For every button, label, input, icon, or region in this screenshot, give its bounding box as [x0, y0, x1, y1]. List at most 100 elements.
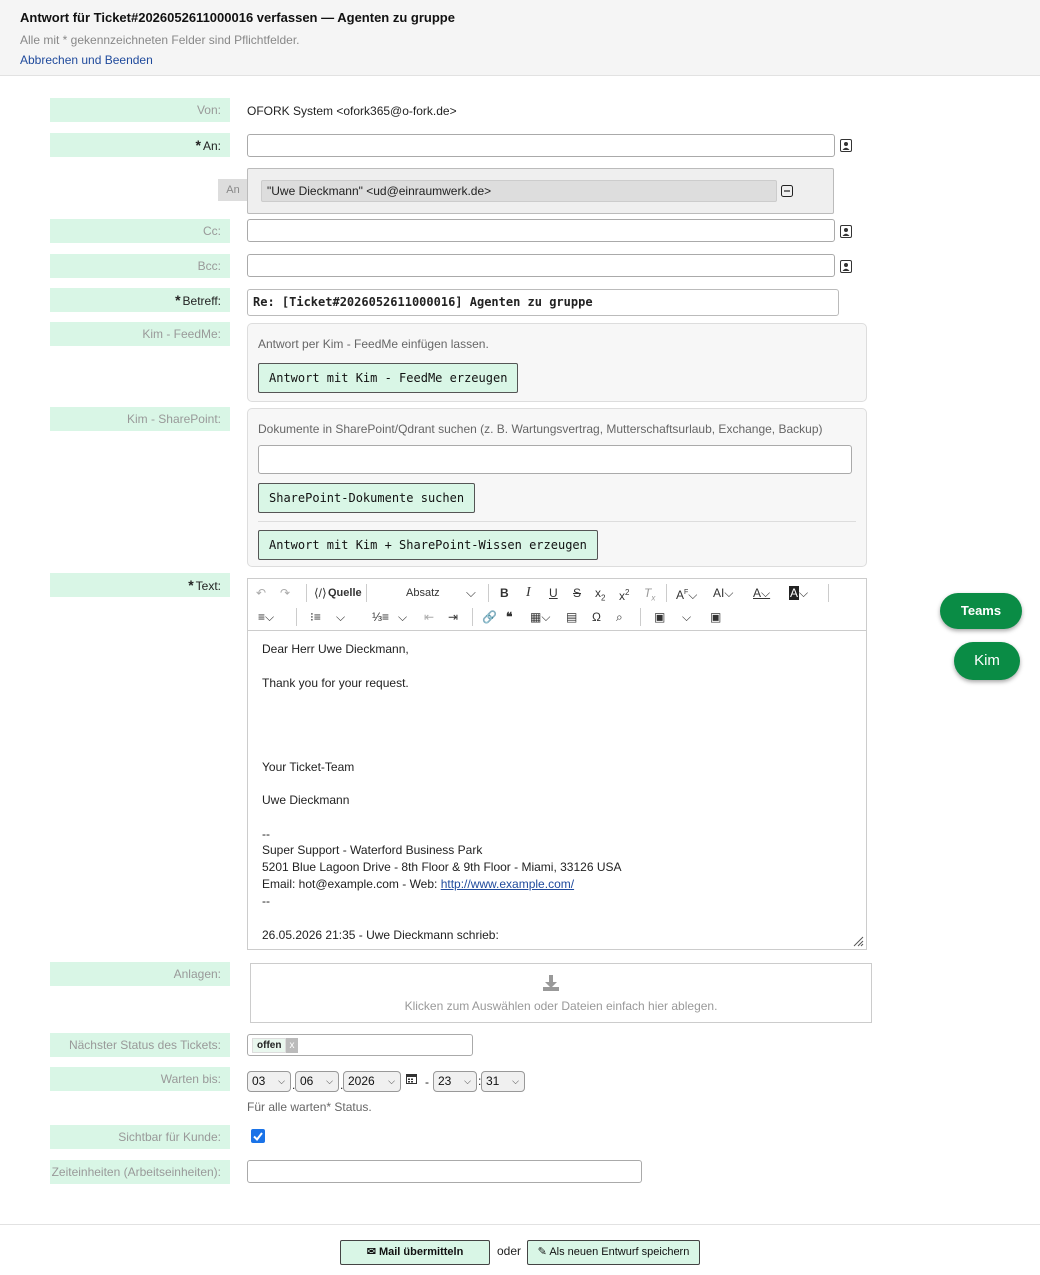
chevron-down-icon[interactable]: ⌵ [336, 607, 345, 627]
chevron-down-icon: ⌵ [326, 1076, 333, 1086]
next-state-select[interactable]: offen x [247, 1034, 473, 1056]
editor-line: -- [262, 827, 270, 841]
underline-icon[interactable]: U [549, 583, 558, 603]
undo-icon[interactable]: ↶ [256, 583, 266, 603]
format-select[interactable]: Absatz [406, 583, 440, 603]
sharepoint-search-button[interactable]: SharePoint-Dokumente suchen [258, 483, 476, 513]
upload-image-icon[interactable]: ▣ [710, 607, 721, 627]
calendar-icon[interactable] [406, 1073, 417, 1084]
font-family-icon[interactable]: AF⌵ [676, 583, 697, 603]
teams-button[interactable]: Teams [940, 593, 1022, 629]
address-book-icon[interactable] [840, 260, 852, 273]
source-icon[interactable]: ⟨/⟩ [314, 583, 327, 603]
bullet-list-icon[interactable]: ⁝≡ [310, 607, 321, 627]
pending-minute-select[interactable]: 31 ⌵ [481, 1071, 525, 1092]
remove-state-icon[interactable]: x [286, 1038, 298, 1053]
chevron-down-icon[interactable]: ⌵ [398, 607, 407, 627]
font-size-icon[interactable]: AI⌵ [713, 583, 733, 603]
cc-label: Cc: [50, 219, 230, 243]
signature-link[interactable]: http://www.example.com/ [441, 877, 574, 891]
chevron-down-icon: ⌵ [388, 1076, 395, 1086]
chevron-down-icon[interactable]: ⌵ [466, 583, 476, 603]
remove-format-icon[interactable]: Tx [644, 583, 655, 603]
cancel-link[interactable]: Abbrechen und Beenden [20, 53, 153, 67]
numbered-list-icon[interactable]: ⅓≡ [372, 607, 389, 627]
font-color-icon[interactable]: A⌵ [753, 583, 770, 603]
pending-day-select[interactable]: 03 ⌵ [247, 1071, 291, 1092]
submit-mail-label: Mail übermitteln [378, 1246, 464, 1258]
recipient-box: "Uwe Dieckmann" <ud@einraumwerk.de> [247, 168, 834, 214]
feedme-generate-button[interactable]: Antwort mit Kim - FeedMe erzeugen [258, 363, 519, 393]
checkmark-icon [253, 1132, 263, 1142]
time-units-input[interactable] [247, 1160, 642, 1183]
bold-icon[interactable]: B [500, 583, 509, 603]
source-button[interactable]: Quelle [328, 583, 362, 603]
submit-mail-button[interactable]: ✉ Mail übermitteln [340, 1240, 490, 1265]
text-label-text: Text: [195, 579, 221, 593]
insert-image-icon[interactable]: ▣ [654, 607, 665, 627]
bcc-input[interactable] [247, 254, 835, 277]
footer-divider [0, 1224, 1040, 1225]
pending-hour-select[interactable]: 23 ⌵ [433, 1071, 477, 1092]
envelope-icon: ✉ [366, 1246, 379, 1258]
toolbar-separator [640, 608, 641, 626]
subscript-icon[interactable]: x2 [595, 583, 605, 603]
background-color-icon[interactable]: A⌵ [789, 583, 808, 603]
strikethrough-icon[interactable]: S [573, 583, 581, 603]
outdent-icon[interactable]: ⇤ [424, 607, 434, 627]
page: Antwort für Ticket#2026052611000016 verf… [0, 0, 1040, 1275]
remove-recipient-icon[interactable] [781, 185, 793, 197]
resize-handle-icon[interactable] [852, 935, 864, 947]
kim-button[interactable]: Kim [954, 642, 1020, 680]
table-icon[interactable]: ▦⌵ [530, 607, 550, 627]
address-book-icon[interactable] [840, 225, 852, 238]
align-icon[interactable]: ≡⌵ [258, 607, 274, 627]
editor-line: Your Ticket-Team [262, 760, 355, 774]
insert-code-icon[interactable]: ▤ [566, 607, 577, 627]
pending-year-select[interactable]: 2026 ⌵ [343, 1071, 401, 1092]
toolbar-separator [472, 608, 473, 626]
text-label: * Text: [50, 573, 230, 597]
visible-label: Sichtbar für Kunde: [50, 1125, 230, 1149]
pending-day-value: 03 [252, 1074, 266, 1088]
chevron-down-icon: ⌵ [278, 1076, 285, 1086]
rich-text-editor[interactable]: ↶ ↷ ⟨/⟩ Quelle Absatz ⌵ B I U S x2 x2 Tx… [247, 578, 867, 950]
attachment-dropzone[interactable]: Klicken zum Auswählen oder Dateien einfa… [250, 963, 872, 1023]
superscript-icon[interactable]: x2 [619, 583, 629, 603]
pending-label: Warten bis: [50, 1067, 230, 1091]
sharepoint-search-input[interactable] [258, 445, 852, 474]
blockquote-icon[interactable]: ❝ [506, 607, 512, 627]
subject-input[interactable]: Re: [Ticket#2026052611000016] Agenten zu… [247, 289, 839, 316]
editor-toolbar: ↶ ↷ ⟨/⟩ Quelle Absatz ⌵ B I U S x2 x2 Tx… [248, 579, 866, 631]
save-draft-button[interactable]: ✎ Als neuen Entwurf speichern [527, 1240, 700, 1265]
attachments-label: Anlagen: [50, 962, 230, 986]
subject-label: * Betreff: [50, 288, 230, 312]
toolbar-separator [488, 584, 489, 602]
to-input[interactable] [247, 134, 835, 157]
visible-checkbox[interactable] [251, 1129, 265, 1143]
special-char-icon[interactable]: Ω [592, 607, 601, 627]
toolbar-separator [306, 584, 307, 602]
italic-icon[interactable]: I [526, 583, 531, 603]
find-replace-icon[interactable]: ⌕ [616, 607, 623, 627]
cc-input[interactable] [247, 219, 835, 242]
chevron-down-icon[interactable]: ⌵ [682, 607, 691, 627]
editor-line: -- [262, 894, 270, 908]
link-icon[interactable]: 🔗 [482, 607, 497, 627]
dropzone-hint: Klicken zum Auswählen oder Dateien einfa… [404, 999, 718, 1013]
sharepoint-generate-button[interactable]: Antwort mit Kim + SharePoint-Wissen erze… [258, 530, 598, 560]
feedme-hint: Antwort per Kim - FeedMe einfügen lassen… [258, 337, 489, 351]
indent-icon[interactable]: ⇥ [448, 607, 458, 627]
to-label-text: An: [202, 139, 221, 153]
sharepoint-panel: Dokumente in SharePoint/Qdrant suchen (z… [247, 408, 867, 567]
page-title: Antwort für Ticket#2026052611000016 verf… [20, 10, 455, 25]
chevron-down-icon: ⌵ [512, 1076, 519, 1086]
pending-month-select[interactable]: 06 ⌵ [295, 1071, 339, 1092]
editor-line: 5201 Blue Lagoon Drive - 8th Floor & 9th… [262, 860, 622, 874]
feedme-panel: Antwort per Kim - FeedMe einfügen lassen… [247, 323, 867, 402]
address-book-icon[interactable] [840, 139, 852, 152]
pending-hour-value: 23 [438, 1074, 452, 1088]
toolbar-separator [828, 584, 829, 602]
divider [258, 521, 856, 522]
redo-icon[interactable]: ↷ [280, 583, 290, 603]
